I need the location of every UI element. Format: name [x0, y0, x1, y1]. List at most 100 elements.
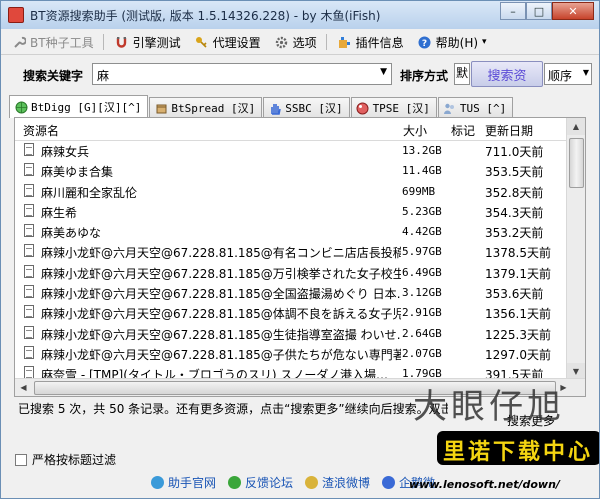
cell-size: 4.42GB — [402, 225, 442, 239]
chevron-down-icon[interactable]: ▼ — [380, 67, 387, 77]
box-icon — [154, 101, 168, 115]
menu-separator — [102, 34, 104, 50]
gear-icon — [275, 35, 289, 49]
tab-btspread[interactable]: BtSpread [汉] — [149, 97, 263, 118]
table-row[interactable]: 麻辣女兵 13.2GB 711.0天前 — [15, 140, 566, 160]
minimize-button[interactable]: – — [500, 2, 526, 20]
file-icon — [24, 305, 34, 319]
scroll-thumb[interactable] — [569, 138, 584, 188]
table-row[interactable]: 麻辣小龙虾@六月天空@67.228.81.185@有名コンビニ店店長投稿… 5.9… — [15, 241, 566, 261]
key-icon — [195, 35, 209, 49]
strict-filter-checkbox[interactable] — [15, 453, 27, 466]
table-row[interactable]: 麻辣小龙虾@六月天空@67.228.81.185@子供たちが危ない専門著… 2.0… — [15, 343, 566, 363]
order-combobox[interactable]: 顺序 ▼ — [544, 63, 592, 85]
cell-date: 353.6天前 — [485, 287, 544, 302]
cell-size: 3.12GB — [402, 286, 442, 300]
scroll-up-arrow[interactable]: ▲ — [567, 118, 585, 135]
menu-help[interactable]: ? 帮助(H) ▾ — [415, 32, 490, 52]
list-rows: 麻辣女兵 13.2GB 711.0天前 麻美ゆま合集 11.4GB 353.5天前麻川麗和… — [15, 140, 566, 380]
file-icon — [24, 244, 34, 258]
close-button[interactable]: ✕ — [552, 2, 594, 20]
menu-label: 帮助(H) — [435, 35, 479, 50]
cell-date: 711.0天前 — [485, 145, 544, 159]
search-button[interactable]: 搜索资 — [471, 61, 543, 87]
cell-date: 353.2天前 — [485, 226, 544, 241]
watermark-logo-text: 里诺下载中心 — [443, 440, 594, 465]
chevron-down-icon[interactable]: ▼ — [583, 68, 589, 77]
table-row[interactable]: 麻辣小龙虾@六月天空@67.228.81.185@体調不良を訴える女子児… 2.9… — [15, 302, 566, 322]
column-header-mark[interactable]: 标记 — [451, 122, 475, 139]
menu-proxy-settings[interactable]: 代理设置 — [192, 32, 264, 52]
table-row[interactable]: 麻川麗和全家乱伦 699MB 352.8天前 — [15, 181, 566, 201]
cell-name: 麻辣小龙虾@六月天空@67.228.81.185@生徒指導室盗撮 わいせ… — [41, 327, 401, 342]
cell-date: 1225.3天前 — [485, 327, 551, 342]
cell-name: 麻川麗和全家乱伦 — [41, 185, 138, 200]
cell-name: 麻辣小龙虾@六月天空@67.228.81.185@全国盗撮湯めぐり 日本… — [41, 287, 401, 302]
tab-ssbc[interactable]: SSBC [汉] — [263, 97, 350, 118]
sort-label: 排序方式 — [400, 69, 449, 83]
table-row[interactable]: 麻美ゆま合集 11.4GB 353.5天前 — [15, 160, 566, 180]
cell-date: 1378.5天前 — [485, 246, 551, 261]
maximize-button[interactable]: □ — [526, 2, 552, 20]
table-row[interactable]: 麻美あゆな 4.42GB 353.2天前 — [15, 221, 566, 241]
footer-links: 助手官网 反馈论坛 渣浪微博 企鹅微 — [151, 474, 447, 491]
menu-separator — [325, 34, 327, 50]
table-row[interactable]: 麻辣小龙虾@六月天空@67.228.81.185@万引検挙された女子校生 6.49… — [15, 262, 566, 282]
cell-size: 699MB — [402, 184, 436, 198]
cell-name: 麻生希 — [41, 205, 78, 220]
cell-date: 354.3天前 — [485, 205, 544, 220]
cell-date: 1379.1天前 — [485, 266, 551, 281]
plugin-icon — [338, 35, 352, 49]
app-window: BT资源搜索助手 (测试版, 版本 1.5.14326.228) - by 木鱼… — [0, 0, 600, 499]
menu-label: 引擎测试 — [132, 35, 181, 50]
cell-name: 麻美ゆま合集 — [41, 165, 114, 180]
file-icon — [24, 163, 34, 177]
menu-label: 选项 — [292, 35, 317, 50]
list-header: 资源名 大小 标记 更新日期 — [15, 118, 566, 141]
watermark-logo: 里诺下载中心 — [437, 431, 599, 473]
tab-tpse[interactable]: TPSE [汉] — [350, 97, 437, 118]
title-bar: BT资源搜索助手 (测试版, 版本 1.5.14326.228) - by 木鱼… — [1, 1, 599, 29]
cell-size: 13.2GB — [402, 144, 442, 157]
tab-tus[interactable]: TUS [^] — [437, 97, 514, 118]
table-row[interactable]: 麻辣小龙虾@六月天空@67.228.81.185@生徒指導室盗撮 わいせ… 2.6… — [15, 323, 566, 343]
cell-size: 2.64GB — [402, 326, 442, 340]
menu-label: BT种子工具 — [30, 35, 94, 50]
app-icon — [8, 7, 24, 23]
cell-size: 6.49GB — [402, 265, 442, 279]
cell-date: 353.5天前 — [485, 165, 544, 180]
weibo-icon — [305, 476, 319, 489]
link-feedback-forum[interactable]: 反馈论坛 — [228, 474, 293, 491]
menu-engine-test[interactable]: 引擎测试 — [112, 32, 184, 52]
cell-name: 麻辣小龙虾@六月天空@67.228.81.185@体調不良を訴える女子児… — [41, 307, 401, 322]
results-list[interactable]: 资源名 大小 标记 更新日期 麻辣女兵 13.2GB 711.0天前 麻美ゆま合集 11… — [14, 117, 586, 397]
table-row[interactable]: 麻辣小龙虾@六月天空@67.228.81.185@全国盗撮湯めぐり 日本… 3.1… — [15, 282, 566, 302]
tab-btdigg[interactable]: BtDigg [G][汉][^] — [9, 95, 149, 118]
strict-filter[interactable]: 严格按标题过滤 — [15, 451, 116, 468]
scroll-left-arrow[interactable]: ◀ — [15, 379, 32, 396]
vertical-scrollbar[interactable]: ▲ ▼ — [566, 118, 585, 380]
users-icon — [443, 101, 457, 115]
link-weibo[interactable]: 渣浪微博 — [305, 474, 370, 491]
link-official-site[interactable]: 助手官网 — [151, 474, 216, 491]
cell-size: 2.91GB — [402, 306, 442, 320]
cell-size: 5.97GB — [402, 245, 442, 259]
cell-name: 麻辣女兵 — [41, 145, 90, 159]
cell-size: 2.07GB — [402, 346, 442, 360]
tab-label: BtDigg [G][汉][^] — [31, 101, 142, 114]
menu-options[interactable]: 选项 — [272, 32, 320, 52]
magnet-icon — [115, 35, 129, 49]
column-header-date[interactable]: 更新日期 — [485, 122, 533, 139]
sort-combobox[interactable]: 默 — [454, 63, 470, 85]
cell-name: 麻辣小龙虾@六月天空@67.228.81.185@子供たちが危ない専門著… — [41, 347, 401, 362]
tab-label: TUS [^] — [459, 101, 507, 115]
column-header-name[interactable]: 资源名 — [23, 122, 59, 139]
column-header-size[interactable]: 大小 — [403, 122, 427, 139]
menu-label: 插件信息 — [355, 35, 404, 50]
keyword-combobox[interactable]: 麻 ▼ — [92, 63, 392, 85]
menu-bt-tools[interactable]: BT种子工具 — [9, 32, 97, 52]
tab-label: SSBC [汉] — [285, 102, 343, 115]
menu-plugin-info[interactable]: 插件信息 — [335, 32, 407, 52]
table-row[interactable]: 麻生希 5.23GB 354.3天前 — [15, 201, 566, 221]
status-text: 已搜索 5 次，共 50 条记录。还有更多资源，点击“搜索更多”继续向后搜索。双… — [18, 402, 448, 416]
